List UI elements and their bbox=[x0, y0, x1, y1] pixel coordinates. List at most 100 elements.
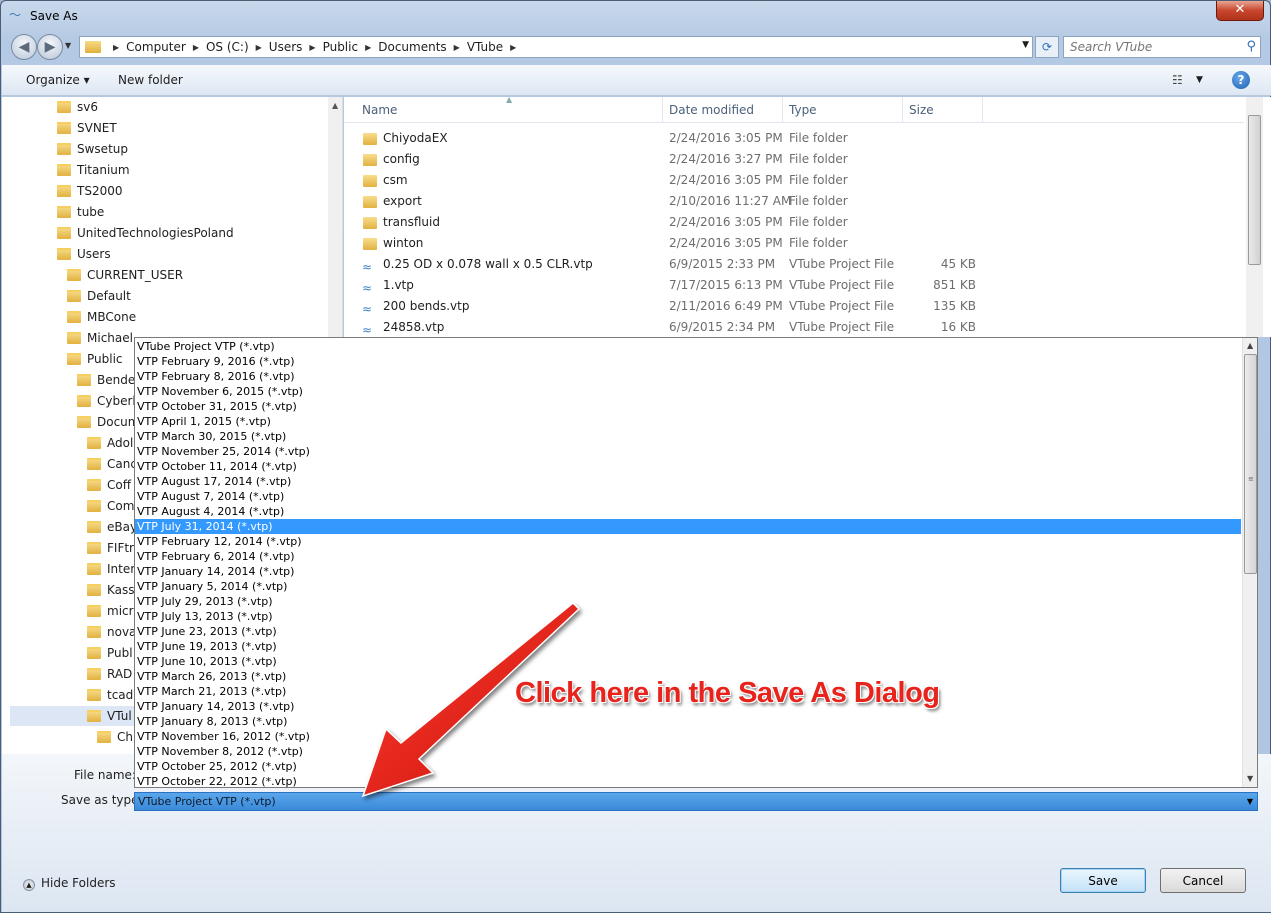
search-icon[interactable]: ⚲ bbox=[1246, 39, 1256, 54]
column-name[interactable]: Name bbox=[362, 103, 397, 117]
forward-button[interactable]: ▶ bbox=[37, 34, 63, 60]
breadcrumb-item[interactable]: VTube bbox=[467, 40, 503, 54]
recent-pages-dropdown-icon[interactable]: ▼ bbox=[65, 41, 71, 50]
tree-item[interactable]: Public bbox=[67, 349, 123, 369]
dropdown-option[interactable]: VTP November 16, 2012 (*.vtp) bbox=[135, 729, 1241, 744]
hide-folders-icon[interactable]: ▲ bbox=[23, 879, 35, 891]
file-row[interactable]: ≈24858.vtp 6/9/2015 2:34 PM VTube Project … bbox=[344, 317, 1244, 338]
dropdown-option[interactable]: VTP July 31, 2014 (*.vtp) bbox=[135, 519, 1241, 534]
column-type[interactable]: Type bbox=[789, 103, 817, 117]
column-divider[interactable] bbox=[662, 97, 663, 123]
dropdown-option[interactable]: VTP June 19, 2013 (*.vtp) bbox=[135, 639, 1241, 654]
hide-folders-button[interactable]: Hide Folders bbox=[41, 876, 116, 890]
file-row[interactable]: ≈1.vtp 7/17/2015 6:13 PM VTube Project Fil… bbox=[344, 275, 1244, 296]
column-date-modified[interactable]: Date modified bbox=[669, 103, 754, 117]
breadcrumb-separator-icon[interactable]: ▶ bbox=[365, 43, 371, 52]
breadcrumb-separator-icon[interactable]: ▶ bbox=[256, 43, 262, 52]
dropdown-option[interactable]: VTP November 6, 2015 (*.vtp) bbox=[135, 384, 1241, 399]
tree-item[interactable]: tube bbox=[57, 202, 104, 222]
dropdown-option[interactable]: VTP October 31, 2015 (*.vtp) bbox=[135, 399, 1241, 414]
breadcrumb-item[interactable]: OS (C:) bbox=[206, 40, 249, 54]
tree-item[interactable]: RAD bbox=[87, 664, 132, 684]
search-box[interactable]: ⚲ bbox=[1063, 36, 1261, 58]
column-divider[interactable] bbox=[982, 97, 983, 123]
scroll-down-icon[interactable]: ▼ bbox=[1247, 774, 1253, 783]
tree-item[interactable]: Users bbox=[57, 244, 111, 264]
breadcrumb-item[interactable]: Documents bbox=[378, 40, 446, 54]
back-button[interactable]: ◀ bbox=[11, 34, 37, 60]
file-row[interactable]: config 2/24/2016 3:27 PM File folder bbox=[344, 149, 1244, 170]
file-row[interactable]: transfluid 2/24/2016 3:05 PM File folder bbox=[344, 212, 1244, 233]
breadcrumb-separator-icon[interactable]: ▶ bbox=[309, 43, 315, 52]
address-bar[interactable]: ▶ Computer ▶ OS (C:) ▶ Users ▶ Public ▶ Documents… bbox=[79, 36, 1033, 58]
breadcrumb-item[interactable]: Public bbox=[323, 40, 359, 54]
file-row[interactable]: export 2/10/2016 11:27 AM File folder bbox=[344, 191, 1244, 212]
tree-item[interactable]: Inter bbox=[87, 559, 135, 579]
dropdown-option[interactable]: VTP February 6, 2014 (*.vtp) bbox=[135, 549, 1241, 564]
dropdown-option[interactable]: VTP February 9, 2016 (*.vtp) bbox=[135, 354, 1241, 369]
chevron-down-icon[interactable]: ▼ bbox=[1247, 793, 1253, 810]
save-as-type-select[interactable]: VTube Project VTP (*.vtp) ▼ bbox=[134, 792, 1258, 811]
dropdown-option[interactable]: VTP January 5, 2014 (*.vtp) bbox=[135, 579, 1241, 594]
dropdown-option[interactable]: VTP February 12, 2014 (*.vtp) bbox=[135, 534, 1241, 549]
dropdown-scrollbar[interactable]: ▲ ≡ ▼ bbox=[1242, 338, 1257, 787]
dropdown-option[interactable]: VTube Project VTP (*.vtp) bbox=[135, 339, 1241, 354]
tree-item[interactable]: Titanium bbox=[57, 160, 130, 180]
view-dropdown-icon[interactable]: ▼ bbox=[1196, 75, 1203, 85]
dropdown-option[interactable]: VTP August 4, 2014 (*.vtp) bbox=[135, 504, 1241, 519]
tree-item[interactable]: sv6 bbox=[57, 97, 98, 117]
file-list-scrollbar[interactable] bbox=[1246, 97, 1263, 337]
tree-item[interactable]: Docum bbox=[77, 412, 139, 432]
tree-item[interactable]: Default bbox=[67, 286, 131, 306]
dropdown-option[interactable]: VTP March 30, 2015 (*.vtp) bbox=[135, 429, 1241, 444]
breadcrumb-separator-icon[interactable]: ▶ bbox=[113, 43, 119, 52]
tree-item[interactable]: nova bbox=[87, 622, 136, 642]
scroll-thumb[interactable] bbox=[1248, 115, 1261, 265]
help-icon[interactable]: ? bbox=[1232, 71, 1250, 89]
dropdown-option[interactable]: VTP November 25, 2014 (*.vtp) bbox=[135, 444, 1241, 459]
tree-item[interactable]: Bende bbox=[77, 370, 135, 390]
tree-item[interactable]: Com bbox=[87, 496, 134, 516]
file-row[interactable]: ≈0.25 OD x 0.078 wall x 0.5 CLR.vtp 6/9/2… bbox=[344, 254, 1244, 275]
dropdown-option[interactable]: VTP June 23, 2013 (*.vtp) bbox=[135, 624, 1241, 639]
breadcrumb-item[interactable]: Computer bbox=[126, 40, 186, 54]
dropdown-option[interactable]: VTP October 11, 2014 (*.vtp) bbox=[135, 459, 1241, 474]
dropdown-option[interactable]: VTP January 8, 2013 (*.vtp) bbox=[135, 714, 1241, 729]
tree-item[interactable]: UnitedTechnologiesPoland bbox=[57, 223, 234, 243]
dropdown-option[interactable]: VTP August 17, 2014 (*.vtp) bbox=[135, 474, 1241, 489]
tree-item[interactable]: TS2000 bbox=[57, 181, 123, 201]
dropdown-option[interactable]: VTP August 7, 2014 (*.vtp) bbox=[135, 489, 1241, 504]
dropdown-option[interactable]: VTP October 25, 2012 (*.vtp) bbox=[135, 759, 1241, 774]
search-input[interactable] bbox=[1070, 40, 1240, 54]
scroll-up-icon[interactable]: ▲ bbox=[332, 101, 338, 110]
save-button[interactable]: Save bbox=[1060, 868, 1146, 893]
tree-item[interactable]: SVNET bbox=[57, 118, 117, 138]
dropdown-option[interactable]: VTP June 10, 2013 (*.vtp) bbox=[135, 654, 1241, 669]
file-row[interactable]: winton 2/24/2016 3:05 PM File folder bbox=[344, 233, 1244, 254]
dropdown-option[interactable]: VTP July 13, 2013 (*.vtp) bbox=[135, 609, 1241, 624]
tree-item[interactable]: Adol bbox=[87, 433, 133, 453]
save-as-type-dropdown-list[interactable]: VTube Project VTP (*.vtp) VTP February 9,… bbox=[134, 337, 1258, 788]
tree-item[interactable]: eBay bbox=[87, 517, 137, 537]
tree-item[interactable]: Coff bbox=[87, 475, 131, 495]
dropdown-option[interactable]: VTP February 8, 2016 (*.vtp) bbox=[135, 369, 1241, 384]
tree-item[interactable]: Swsetup bbox=[57, 139, 128, 159]
view-options-icon[interactable]: ☷ bbox=[1172, 73, 1183, 87]
file-row[interactable]: ChiyodaEX 2/24/2016 3:05 PM File folder bbox=[344, 128, 1244, 149]
file-row[interactable]: csm 2/24/2016 3:05 PM File folder bbox=[344, 170, 1244, 191]
organize-button[interactable]: Organize ▾ bbox=[26, 73, 90, 87]
tree-item[interactable]: micr bbox=[87, 601, 134, 621]
dropdown-option[interactable]: VTP October 22, 2012 (*.vtp) bbox=[135, 774, 1241, 787]
address-history-dropdown-icon[interactable]: ▼ bbox=[1022, 40, 1029, 50]
tree-item[interactable]: Canc bbox=[87, 454, 137, 474]
cancel-button[interactable]: Cancel bbox=[1160, 868, 1246, 893]
scroll-up-icon[interactable]: ▲ bbox=[1247, 341, 1253, 350]
file-list[interactable]: ▲ Name Date modified Type Size ChiyodaEX… bbox=[344, 95, 1271, 338]
tree-item[interactable]: Kass bbox=[87, 580, 135, 600]
tree-item[interactable]: CURRENT_USER bbox=[67, 265, 183, 285]
tree-item[interactable]: Michael bbox=[67, 328, 133, 348]
column-size[interactable]: Size bbox=[909, 103, 934, 117]
tree-item[interactable]: Cyberl bbox=[77, 391, 136, 411]
file-row[interactable]: ≈200 bends.vtp 2/11/2016 6:49 PM VTube Pro… bbox=[344, 296, 1244, 317]
column-divider[interactable] bbox=[902, 97, 903, 123]
